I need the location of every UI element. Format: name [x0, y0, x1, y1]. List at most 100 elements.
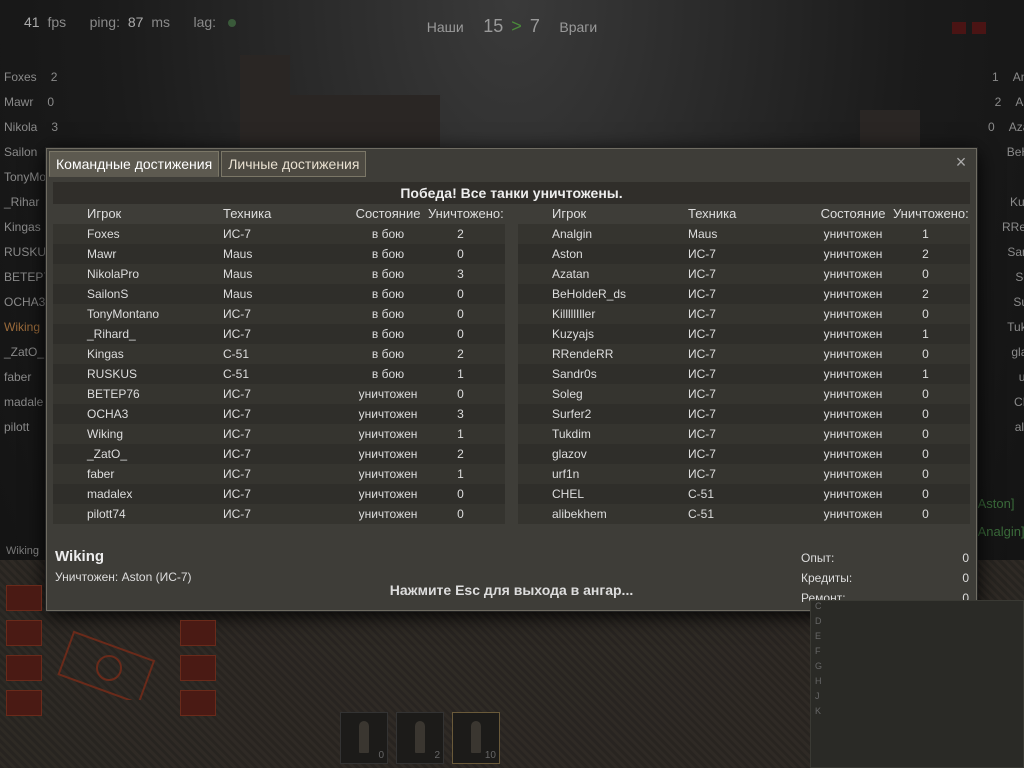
player-name-cell: pilott74: [87, 507, 126, 521]
table-row[interactable]: RUSKUS С-51 в бою 1: [53, 364, 505, 384]
side-player-name: BETEP7: [4, 270, 51, 284]
table-row[interactable]: Azatan ИС-7 уничтожен 0: [518, 264, 970, 284]
side-player-kills: 1: [992, 70, 999, 84]
player-name-cell: BeHoldeR_ds: [552, 287, 627, 301]
table-row[interactable]: SailonS Maus в бою 0: [53, 284, 505, 304]
table-row[interactable]: Soleg ИС-7 уничтожен 0: [518, 384, 970, 404]
side-player-kills: 3: [51, 120, 59, 134]
side-list-item: glazov: [988, 340, 1024, 365]
table-row[interactable]: _ZatO_ ИС-7 уничтожен 2: [53, 444, 505, 464]
table-row[interactable]: RRendeRR ИС-7 уничтожен 0: [518, 344, 970, 364]
table-row[interactable]: Wiking ИС-7 уничтожен 1: [53, 424, 505, 444]
table-row[interactable]: Analgin Maus уничтожен 1: [518, 224, 970, 244]
player-name-cell: Kingas: [87, 347, 124, 361]
kills-cell: 0: [922, 407, 929, 421]
ammo-slot[interactable]: 10: [452, 712, 500, 764]
kills-cell: 0: [457, 247, 464, 261]
table-row[interactable]: faber ИС-7 уничтожен 1: [53, 464, 505, 484]
enemies-table: Игрок Техника Состояние Уничтожено: Anal…: [518, 204, 970, 524]
table-header: Игрок Техника Состояние Уничтожено:: [53, 204, 505, 224]
kills-cell: 0: [922, 487, 929, 501]
table-row[interactable]: Tukdim ИС-7 уничтожен 0: [518, 424, 970, 444]
player-name-cell: madalex: [87, 487, 133, 501]
kills-cell: 0: [457, 287, 464, 301]
minimap-row-label: D: [815, 616, 822, 626]
minimap-row-label: H: [815, 676, 822, 686]
module-icon: [180, 620, 216, 646]
side-list-item: urf1n: [988, 365, 1024, 390]
minimap-row-label: K: [815, 706, 822, 716]
table-row[interactable]: pilott74 ИС-7 уничтожен 0: [53, 504, 505, 524]
kills-cell: 0: [922, 387, 929, 401]
state-cell: в бою: [371, 367, 405, 381]
vehicle-cell: Maus: [223, 267, 253, 281]
table-row[interactable]: KilllllIller ИС-7 уничтожен 0: [518, 304, 970, 324]
battle-results-dialog: Командные достижения Личные достижения ×…: [46, 148, 977, 611]
team-score: Наши 15 >7 Враги: [0, 16, 1024, 37]
kills-cell: 0: [457, 327, 464, 341]
close-icon[interactable]: ×: [952, 153, 970, 171]
player-name-cell: Mawr: [87, 247, 117, 261]
vehicle-cell: ИС-7: [688, 247, 716, 261]
kills-cell: 0: [457, 387, 464, 401]
state-cell: уничтожен: [823, 247, 883, 261]
side-list-item: 2 Aston: [988, 90, 1024, 115]
player-name-cell: RRendeRR: [552, 347, 614, 361]
side-player-name: Surfer: [1013, 295, 1024, 309]
ammo-slot[interactable]: 0: [340, 712, 388, 764]
kills-cell: 0: [922, 427, 929, 441]
table-row[interactable]: Foxes ИС-7 в бою 2: [53, 224, 505, 244]
table-row[interactable]: OCHA3 ИС-7 уничтожен 3: [53, 404, 505, 424]
kills-cell: 0: [922, 347, 929, 361]
ammo-count: 10: [484, 750, 496, 761]
ammo-count: 0: [378, 750, 384, 761]
state-cell: уничтожен: [358, 427, 418, 441]
tab-team-achievements[interactable]: Командные достижения: [49, 151, 220, 177]
kills-cell: 1: [457, 367, 464, 381]
player-name-cell: SailonS: [87, 287, 129, 301]
table-row[interactable]: Aston ИС-7 уничтожен 2: [518, 244, 970, 264]
side-player-name: pilott: [4, 420, 30, 434]
player-name-cell: Wiking: [87, 427, 124, 441]
shell-icon: [359, 721, 369, 753]
kills-cell: 1: [922, 327, 929, 341]
kills-cell: 0: [457, 307, 464, 321]
player-name-cell: Tukdim: [552, 427, 591, 441]
table-row[interactable]: _Rihard_ ИС-7 в бою 0: [53, 324, 505, 344]
table-row[interactable]: urf1n ИС-7 уничтожен 0: [518, 464, 970, 484]
table-row[interactable]: NikolaPro Maus в бою 3: [53, 264, 505, 284]
tank-status-panel: Wiking: [4, 545, 226, 765]
table-row[interactable]: CHEL С-51 уничтожен 0: [518, 484, 970, 504]
table-row[interactable]: Mawr Maus в бою 0: [53, 244, 505, 264]
side-list-item: Soleg: [988, 265, 1024, 290]
table-row[interactable]: glazov ИС-7 уничтожен 0: [518, 444, 970, 464]
table-row[interactable]: Sandr0s ИС-7 уничтожен 1: [518, 364, 970, 384]
minimap[interactable]: CDEFGHJK: [810, 600, 1024, 768]
player-name-cell: alibekhem: [552, 507, 607, 521]
vehicle-cell: Maus: [223, 247, 253, 261]
header-kills: Уничтожено:: [893, 206, 969, 221]
table-row[interactable]: madalex ИС-7 уничтожен 0: [53, 484, 505, 504]
table-row[interactable]: TonyMontano ИС-7 в бою 0: [53, 304, 505, 324]
table-row[interactable]: Kingas С-51 в бою 2: [53, 344, 505, 364]
vehicle-cell: ИС-7: [688, 407, 716, 421]
side-player-name: _Rihar: [4, 195, 40, 209]
table-row[interactable]: Kuzyajs ИС-7 уничтожен 1: [518, 324, 970, 344]
side-player-name: Mawr: [4, 95, 34, 109]
vehicle-cell: ИС-7: [688, 267, 716, 281]
kills-cell: 2: [457, 347, 464, 361]
table-row[interactable]: Surfer2 ИС-7 уничтожен 0: [518, 404, 970, 424]
table-row[interactable]: BeHoldeR_ds ИС-7 уничтожен 2: [518, 284, 970, 304]
state-cell: уничтожен: [823, 267, 883, 281]
table-row[interactable]: alibekhem С-51 уничтожен 0: [518, 504, 970, 524]
ammo-bar: 0 2 10: [340, 712, 500, 764]
kills-cell: 1: [457, 467, 464, 481]
right-name-2: [Analgin]: [974, 524, 1024, 539]
side-player-name: urf1n: [1018, 370, 1024, 384]
side-player-name: Analgi: [1012, 70, 1024, 84]
tab-personal-achievements[interactable]: Личные достижения: [221, 151, 367, 177]
table-row[interactable]: BETEP76 ИС-7 уничтожен 0: [53, 384, 505, 404]
side-player-name: RRende: [1002, 220, 1024, 234]
ammo-slot[interactable]: 2: [396, 712, 444, 764]
side-player-name: Sailon: [4, 145, 38, 159]
